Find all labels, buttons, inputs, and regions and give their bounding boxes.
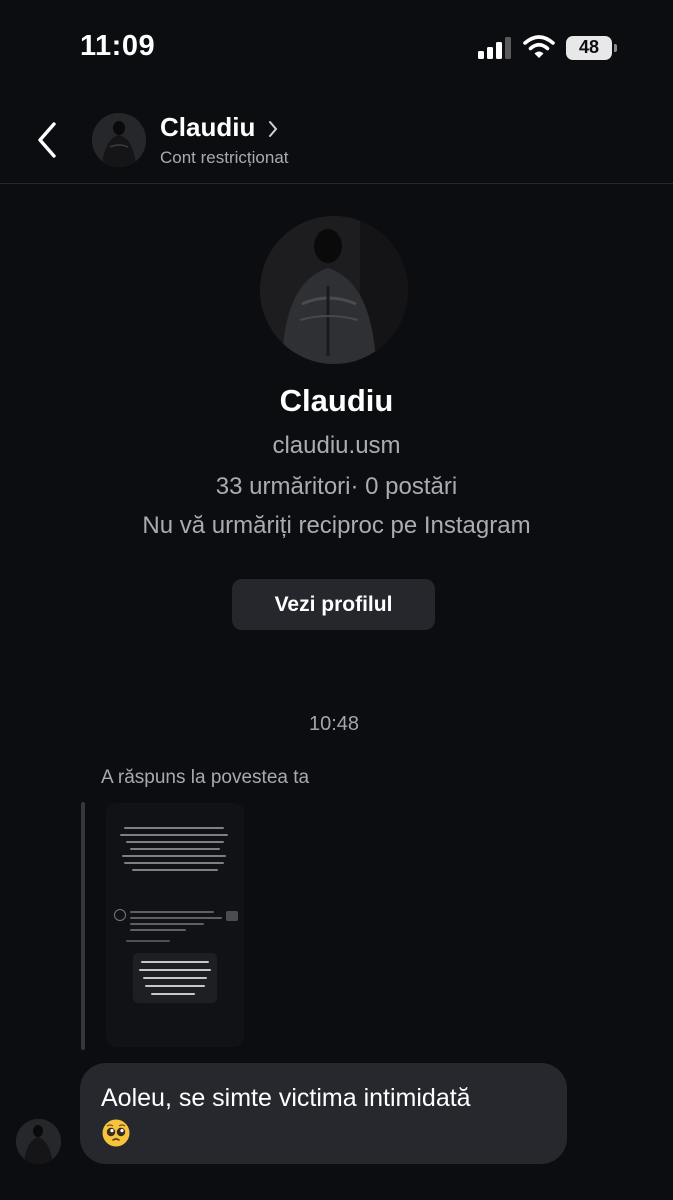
profile-stats: 33 urmăritori· 0 postări <box>215 473 458 500</box>
message-text: Aoleu, se simte victima intimidată <box>101 1084 471 1112</box>
pleading-face-icon <box>102 1119 130 1147</box>
header-subtitle: Cont restricționat <box>160 148 289 167</box>
profile-mutual-text: Nu vă urmăriți reciproc pe Instagram <box>142 512 531 539</box>
wifi-icon <box>523 35 555 58</box>
message-sender-avatar[interactable] <box>16 1119 61 1164</box>
message-timestamp: 10:48 <box>308 713 360 735</box>
battery-icon: 48 <box>566 36 618 60</box>
battery-level: 48 <box>578 37 600 57</box>
story-thumbnail[interactable] <box>106 803 244 1047</box>
dm-screen: 11:09 48 Claudiu Cont restricționat Clau… <box>0 0 673 1200</box>
profile-name: Claudiu <box>279 383 394 418</box>
header-title-row[interactable]: Claudiu <box>160 112 279 143</box>
story-user-avatar <box>114 909 126 921</box>
story-reply-label: A răspuns la povestea ta <box>101 767 310 788</box>
profile-username: claudiu.usm <box>272 432 401 459</box>
profile-avatar[interactable] <box>260 216 408 364</box>
status-time: 11:09 <box>80 30 156 62</box>
story-question-sticker <box>133 953 217 1003</box>
back-button[interactable] <box>30 118 66 162</box>
reply-indicator-bar <box>81 802 85 1050</box>
header-name: Claudiu <box>160 112 256 142</box>
chat-header: Claudiu Cont restricționat <box>0 96 673 184</box>
header-avatar[interactable] <box>92 113 146 167</box>
view-profile-button[interactable]: Vezi profilul <box>232 579 435 630</box>
signal-icon <box>478 37 512 59</box>
chevron-right-icon <box>269 120 278 137</box>
status-bar: 11:09 48 <box>0 0 673 96</box>
